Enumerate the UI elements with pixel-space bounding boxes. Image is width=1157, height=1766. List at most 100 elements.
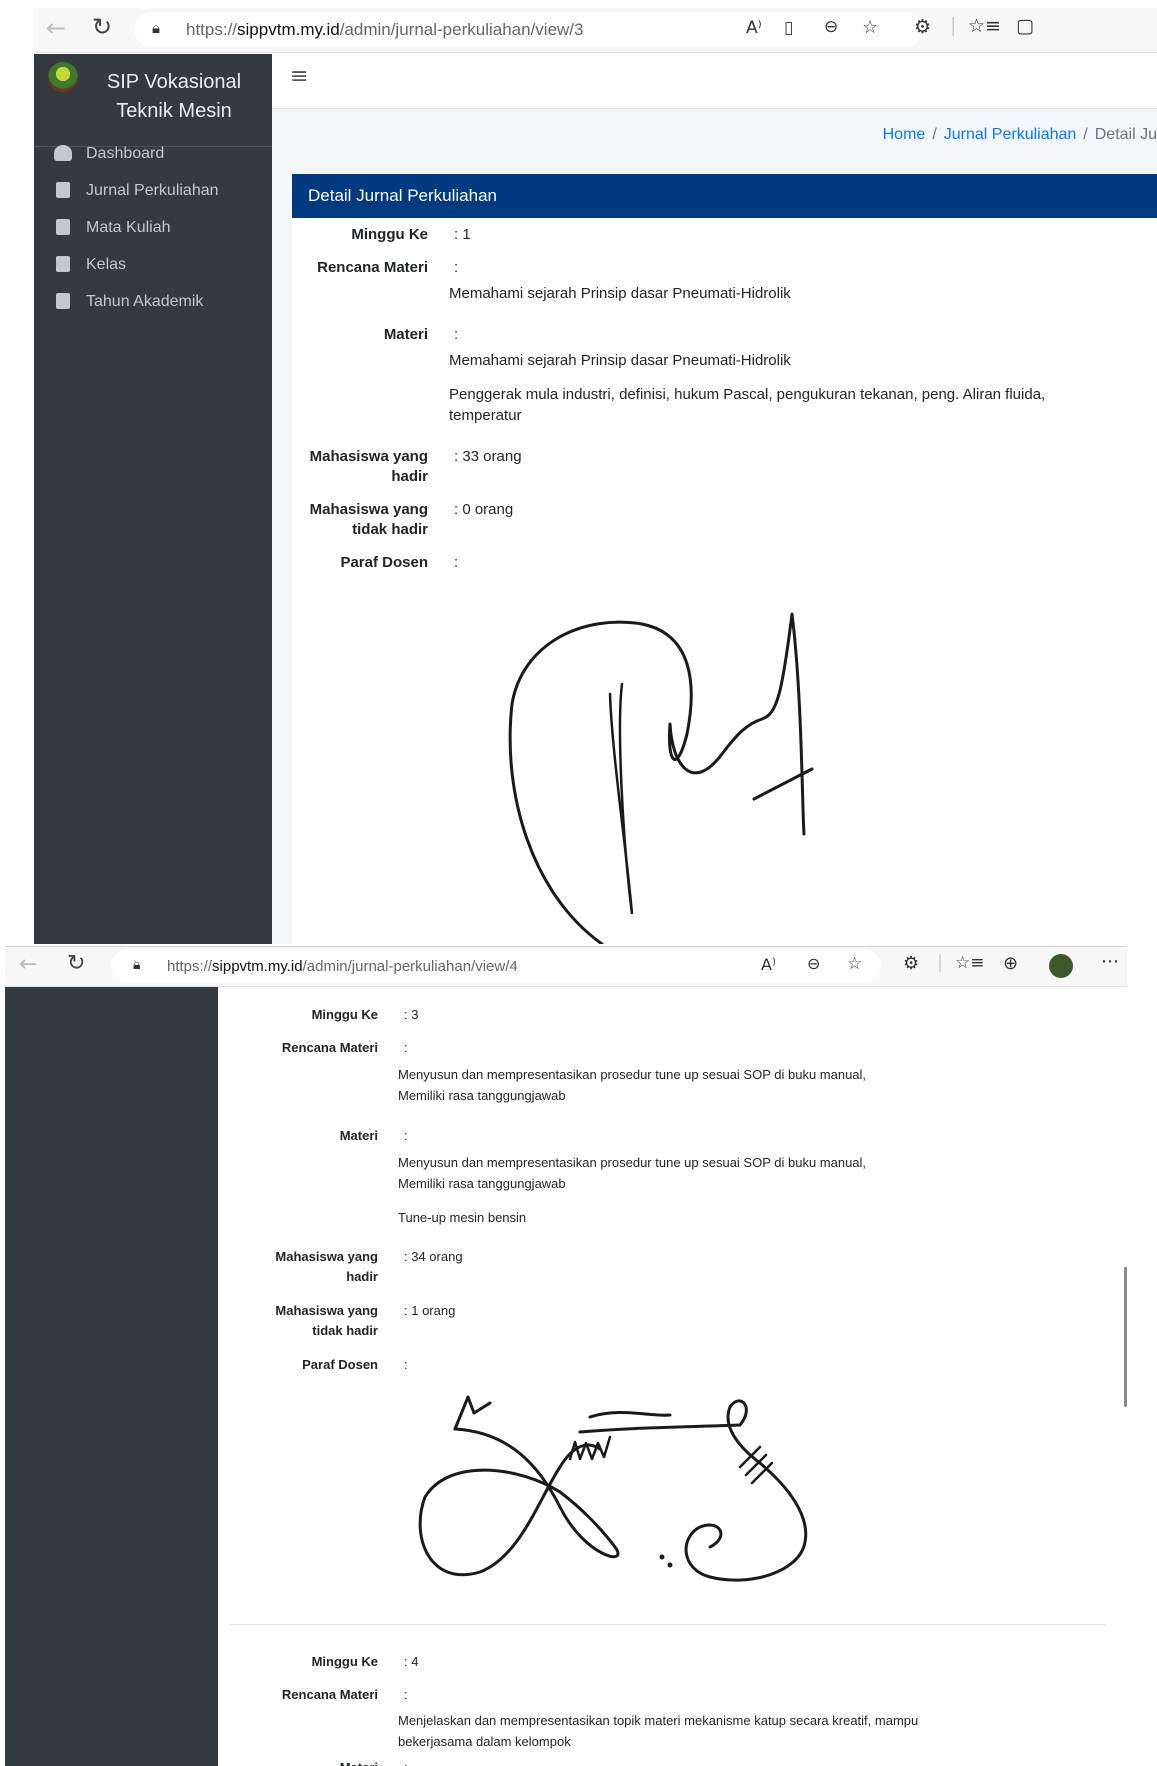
sidebar-item-label: Jurnal Perkuliahan xyxy=(86,182,219,199)
value-materi-a: Menyusun dan mempresentasikan prosedur t… xyxy=(398,1155,867,1170)
breadcrumb-jurnal[interactable]: Jurnal Perkuliahan xyxy=(944,126,1077,143)
value-rencana-materi: Memahami sejarah Prinsip dasar Pneumati-… xyxy=(449,285,791,302)
extensions-icon[interactable]: ⚙ xyxy=(914,16,931,38)
brand[interactable]: SIP Vokasional Teknik Mesin xyxy=(34,54,272,147)
label-tidak-hadir-line1: Mahasiswa yang xyxy=(309,501,428,518)
back-arrow-icon[interactable]: ← xyxy=(19,952,37,977)
reload-icon[interactable]: ↻ xyxy=(67,951,85,976)
browser-window-view-3: ← ↻ 🔒︎ https://sippvtm.my.id/admin/jurna… xyxy=(34,8,1157,944)
value-tidak-hadir: : 1 orang xyxy=(404,1303,456,1318)
hamburger-menu-icon[interactable]: ≡ xyxy=(290,64,308,89)
label-materi: Materi xyxy=(383,326,428,343)
label-minggu-ke: Minggu Ke xyxy=(351,226,428,243)
value-hadir: : 33 orang xyxy=(454,448,522,465)
zoom-out-icon[interactable]: ⊖ xyxy=(807,954,820,973)
value-minggu-ke: : 4 xyxy=(404,1654,419,1669)
colon: : xyxy=(404,1128,408,1143)
reload-icon[interactable]: ↻ xyxy=(92,13,112,41)
value-minggu-ke: : 1 xyxy=(454,226,471,243)
colon: : xyxy=(404,1040,408,1055)
sidebar-item-label: Tahun Akademik xyxy=(86,293,204,310)
label-materi: Materi xyxy=(339,1128,378,1143)
label-tidak-hadir-line2: tidak hadir xyxy=(312,1323,378,1338)
collections-icon[interactable]: ▢ xyxy=(1016,15,1034,37)
extensions-icon[interactable]: ⚙ xyxy=(903,953,919,974)
dashboard-gauge-icon xyxy=(54,145,72,161)
value-materi-2b: temperatur xyxy=(449,407,522,424)
breadcrumb-separator: / xyxy=(932,126,937,143)
breadcrumb-home[interactable]: Home xyxy=(883,126,926,143)
breadcrumb-current: Detail Ju xyxy=(1094,126,1157,143)
more-menu-icon[interactable]: ⋯ xyxy=(1101,951,1119,972)
colon: : xyxy=(454,259,459,276)
read-aloud-icon[interactable]: A⁾ xyxy=(746,18,762,38)
zoom-out-icon[interactable]: ⊖ xyxy=(824,17,838,37)
favorites-icon[interactable]: ☆≡ xyxy=(968,15,1001,37)
url-text: https://sippvtm.my.id/admin/jurnal-perku… xyxy=(186,20,584,39)
address-bar[interactable]: 🔒︎ https://sippvtm.my.id/admin/jurnal-pe… xyxy=(134,12,924,46)
value-rencana-materi-a: Menjelaskan dan mempresentasikan topik m… xyxy=(398,1713,919,1728)
colon: : xyxy=(404,1687,408,1702)
sidebar-item-kelas[interactable]: Kelas xyxy=(34,247,272,285)
sidebar: SIP Vokasional Teknik Mesin Dashboard Ju… xyxy=(34,54,272,944)
add-favorite-icon[interactable]: ☆ xyxy=(862,17,878,38)
card-title: Detail Jurnal Perkuliahan xyxy=(308,186,497,205)
colon: : xyxy=(454,554,459,571)
book-icon xyxy=(56,293,70,309)
label-rencana-materi: Rencana Materi xyxy=(281,1040,378,1055)
label-hadir-line2: hadir xyxy=(346,1269,378,1284)
toolbar-divider: | xyxy=(950,14,957,36)
label-minggu-ke: Minggu Ke xyxy=(311,1007,378,1022)
label-tidak-hadir-line1: Mahasiswa yang xyxy=(275,1303,378,1318)
entry-divider xyxy=(230,1624,1105,1625)
book-icon xyxy=(56,182,70,198)
book-icon xyxy=(56,256,70,272)
toolbar-divider: | xyxy=(937,952,944,973)
sidebar-item-tahun-akademik[interactable]: Tahun Akademik xyxy=(34,284,272,322)
url-text: https://sippvtm.my.id/admin/jurnal-perku… xyxy=(167,958,518,975)
signature-image xyxy=(508,612,814,944)
read-aloud-icon[interactable]: A⁾ xyxy=(761,955,776,974)
label-paraf-dosen: Paraf Dosen xyxy=(340,554,428,571)
top-navbar: ≡ xyxy=(272,54,1157,109)
breadcrumb-separator: / xyxy=(1083,126,1088,143)
profile-avatar[interactable] xyxy=(1049,954,1073,978)
label-paraf-dosen: Paraf Dosen xyxy=(302,1357,378,1372)
book-icon xyxy=(56,219,70,235)
signature-image xyxy=(418,1395,808,1582)
value-tidak-hadir: : 0 orang xyxy=(454,501,514,518)
lock-icon: 🔒︎ xyxy=(152,19,160,37)
add-favorite-icon[interactable]: ☆ xyxy=(847,954,862,974)
brand-logo xyxy=(48,62,78,92)
value-rencana-materi-a: Menyusun dan mempresentasikan prosedur t… xyxy=(398,1067,867,1082)
address-bar[interactable]: 🔒︎ https://sippvtm.my.id/admin/jurnal-pe… xyxy=(111,950,881,982)
sidebar-item-label: Mata Kuliah xyxy=(86,219,171,236)
value-rencana-materi-b: bekerjasama dalam kelompok xyxy=(398,1734,571,1749)
label-hadir-line1: Mahasiswa yang xyxy=(275,1249,378,1264)
label-hadir-line2: hadir xyxy=(391,468,428,485)
brand-name: SIP Vokasional Teknik Mesin xyxy=(106,71,242,122)
favorites-icon[interactable]: ☆≡ xyxy=(955,953,984,973)
label-rencana-materi: Rencana Materi xyxy=(281,1687,378,1702)
label-rencana-materi: Rencana Materi xyxy=(317,259,428,276)
collections-icon[interactable]: ⊕ xyxy=(1003,953,1018,974)
label-minggu-ke: Minggu Ke xyxy=(311,1654,378,1669)
colon: : xyxy=(454,326,459,343)
card-header: Detail Jurnal Perkuliahan xyxy=(292,174,1157,218)
sidebar-item-mata-kuliah[interactable]: Mata Kuliah xyxy=(34,210,272,248)
value-minggu-ke: : 3 xyxy=(404,1007,419,1022)
back-arrow-icon[interactable]: ← xyxy=(46,14,66,42)
browser-window-view-4: ← ↻ 🔒︎ https://sippvtm.my.id/admin/jurna… xyxy=(5,946,1127,1766)
value-materi-2a: Penggerak mula industri, definisi, hukum… xyxy=(449,386,1046,403)
sidebar-item-label: Kelas xyxy=(86,256,127,273)
sidebar-item-jurnal-perkuliahan[interactable]: Jurnal Perkuliahan xyxy=(34,173,272,211)
label-tidak-hadir-line2: tidak hadir xyxy=(352,521,428,538)
scrollbar[interactable] xyxy=(1124,1267,1127,1407)
value-hadir: : 34 orang xyxy=(404,1249,463,1264)
detail-card: Detail Jurnal Perkuliahan Minggu Ke : 1 … xyxy=(292,174,1157,944)
colon: : xyxy=(404,1357,408,1372)
browser-toolbar: ← ↻ 🔒︎ https://sippvtm.my.id/admin/jurna… xyxy=(5,947,1127,987)
value-materi-1: Memahami sejarah Prinsip dasar Pneumati-… xyxy=(449,352,791,369)
sidebar-item-dashboard[interactable]: Dashboard xyxy=(34,136,272,174)
immersive-reader-icon[interactable]: ▯ xyxy=(784,18,793,38)
